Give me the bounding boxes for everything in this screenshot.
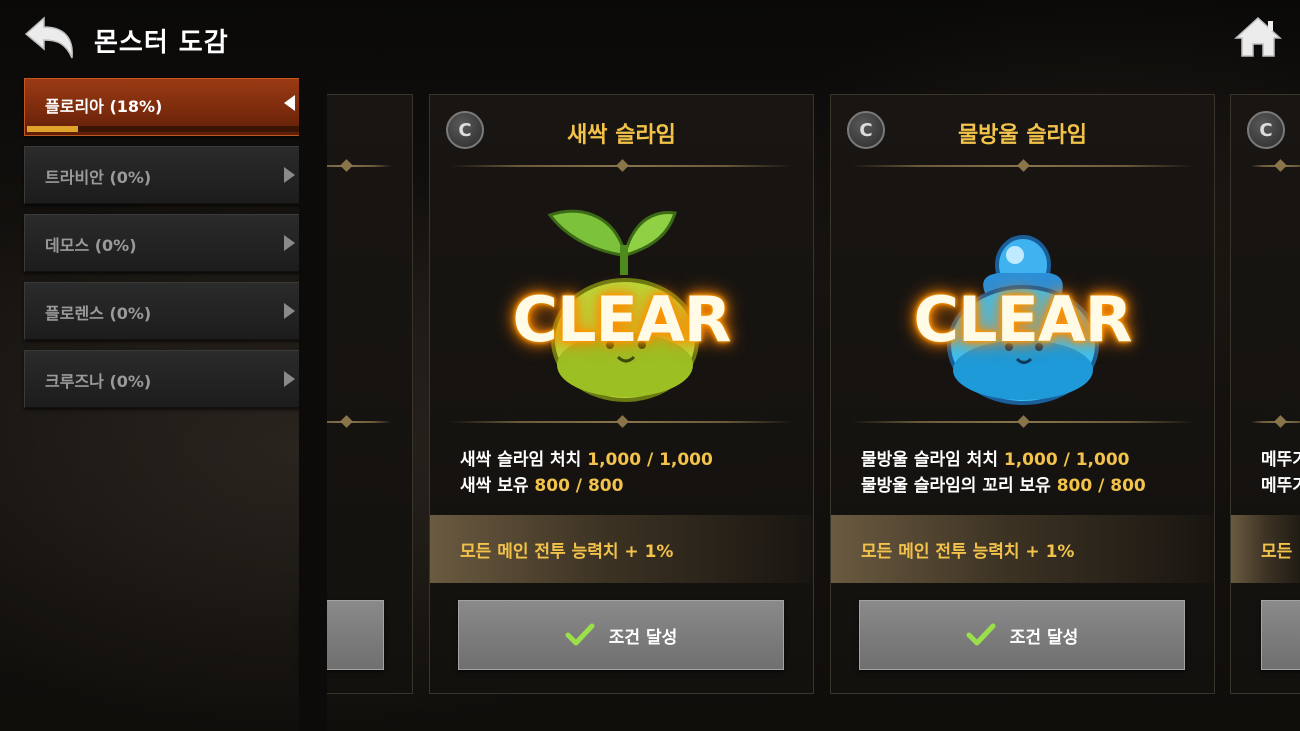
sidebar-item-floria[interactable]: 플로리아 (18%) bbox=[24, 78, 314, 136]
requirement-text: 새싹 보유 bbox=[460, 476, 529, 496]
collapse-arrow-icon bbox=[284, 95, 295, 111]
expand-arrow-icon bbox=[284, 303, 295, 319]
back-button[interactable] bbox=[22, 14, 78, 62]
region-sidebar: 플로리아 (18%) 트라비안 (0%) 데모스 (0%) 플로렌스 (0%) … bbox=[24, 78, 314, 418]
sidebar-item-demos[interactable]: 데모스 (0%) bbox=[24, 214, 314, 272]
grade-c-icon: C bbox=[1247, 111, 1285, 149]
region-progress-bar bbox=[27, 126, 311, 132]
requirement-count: 800 / 800 bbox=[534, 476, 624, 496]
sidebar-item-label: 플로렌스 (0%) bbox=[45, 304, 152, 323]
checkmark-icon bbox=[966, 623, 996, 646]
sidebar-edge-mask bbox=[299, 78, 327, 731]
reward-text: 모든 메인 전투 능력치 + 1% bbox=[460, 542, 674, 562]
condition-status-button[interactable]: 조건 달성 bbox=[458, 600, 784, 670]
sidebar-item-florence[interactable]: 플로렌스 (0%) bbox=[24, 282, 314, 340]
expand-arrow-icon bbox=[284, 167, 295, 183]
home-icon bbox=[1234, 16, 1282, 57]
status-label: 조건 달성 bbox=[1009, 627, 1079, 648]
requirement-count: 1,000 / 1,000 bbox=[587, 450, 713, 470]
clear-stamp: CLEAR bbox=[913, 283, 1132, 356]
back-arrow-icon bbox=[24, 16, 73, 59]
expand-arrow-icon bbox=[284, 235, 295, 251]
reward-text: 모든 메인 전투 능력치 + 1% bbox=[861, 542, 1075, 562]
sidebar-item-label: 플로리아 (18%) bbox=[45, 97, 163, 116]
monster-card[interactable]: C 물방울 슬라임 CLEAR 물방울 슬라임 처치 1,000 / 1,000… bbox=[830, 94, 1215, 694]
requirement-list: 물방울 슬라임 처치 1,000 / 1,000 물방울 슬라임의 꼬리 보유 … bbox=[861, 447, 1146, 499]
requirement-text: 메뚜기 bbox=[1261, 476, 1300, 496]
requirement-list: 메뚜기 메뚜기 bbox=[1261, 447, 1300, 499]
condition-status-button[interactable] bbox=[1261, 600, 1300, 670]
monster-card[interactable]: C 새싹 슬라임 CLEAR 새싹 슬라임 처치 1,000 / 1,000 새… bbox=[429, 94, 814, 694]
sidebar-item-label: 데모스 (0%) bbox=[45, 236, 137, 255]
requirement-text: 메뚜기 bbox=[1261, 450, 1300, 470]
expand-arrow-icon bbox=[284, 371, 295, 387]
page-title: 몬스터 도감 bbox=[94, 28, 229, 58]
sidebar-item-label: 크루즈나 (0%) bbox=[45, 372, 152, 391]
condition-status-button[interactable]: 조건 달성 bbox=[859, 600, 1185, 670]
checkmark-icon bbox=[565, 623, 595, 646]
status-label: 조건 달성 bbox=[608, 627, 678, 648]
requirement-count: 1,000 / 1,000 bbox=[1003, 450, 1130, 470]
sidebar-item-label: 트라비안 (0%) bbox=[45, 168, 152, 187]
monster-card-partial-right[interactable]: C 메뚜기 메뚜기 모든 bbox=[1230, 94, 1300, 694]
requirement-text: 물방울 슬라임의 꼬리 보유 bbox=[861, 476, 1051, 496]
requirement-list: 새싹 슬라임 처치 1,000 / 1,000 새싹 보유 800 / 800 bbox=[460, 447, 713, 499]
reward-text: 모든 bbox=[1261, 542, 1293, 562]
clear-stamp: CLEAR bbox=[512, 283, 731, 356]
sidebar-item-cruzna[interactable]: 크루즈나 (0%) bbox=[24, 350, 314, 408]
sidebar-item-trabian[interactable]: 트라비안 (0%) bbox=[24, 146, 314, 204]
requirement-text: 물방울 슬라임 처치 bbox=[861, 450, 998, 470]
monster-name: 물방울 슬라임 bbox=[957, 123, 1088, 148]
reward-band: 모든 메인 전투 능력치 + 1% bbox=[831, 515, 1214, 583]
reward-band: 모든 메인 전투 능력치 + 1% bbox=[430, 515, 813, 583]
reward-band: 모든 bbox=[1231, 515, 1300, 583]
home-button[interactable] bbox=[1234, 16, 1282, 58]
monster-name: 새싹 슬라임 bbox=[567, 123, 676, 148]
requirement-count: 800 / 800 bbox=[1056, 476, 1146, 496]
requirement-text: 새싹 슬라임 처치 bbox=[460, 450, 582, 470]
